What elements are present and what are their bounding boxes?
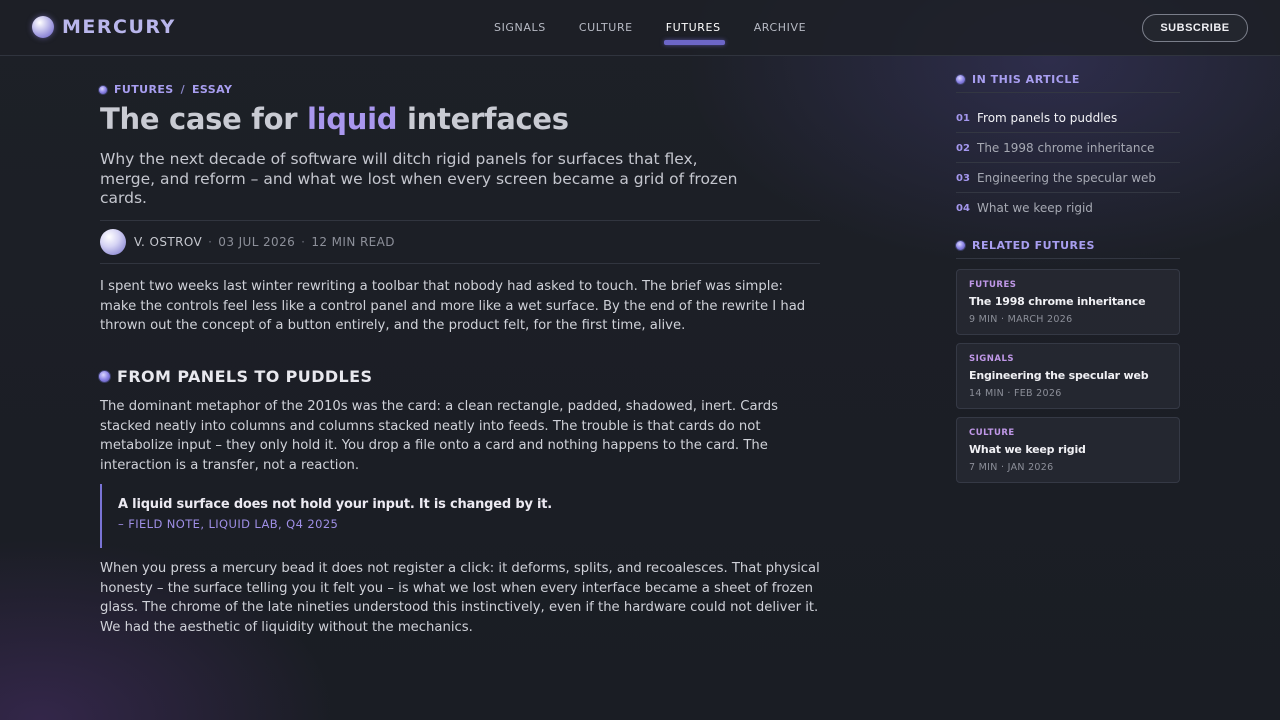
article-paragraph: When you press a mercury bead it does no… — [100, 561, 820, 635]
toc-label: Engineering the specular web — [977, 171, 1157, 185]
article-subtitle: Why the next decade of software will dit… — [100, 150, 738, 207]
card-title: Engineering the specular web — [969, 369, 1149, 382]
title-accent-word: liquid — [307, 102, 398, 136]
article-paragraph: The dominant metaphor of the 2010s was t… — [100, 399, 778, 473]
meta-separator: · — [208, 235, 213, 249]
card-category: SIGNALS — [969, 354, 1014, 364]
toc-heading: IN THIS ARTICLE — [955, 73, 1080, 86]
section-heading-text: FROM PANELS TO PUDDLES — [117, 367, 373, 386]
related-card[interactable]: CULTURE What we keep rigid 7 MIN · JAN 2… — [956, 417, 1180, 483]
main-nav: SIGNALS CULTURE FUTURES ARCHIVE — [494, 21, 839, 45]
breadcrumb-section[interactable]: FUTURES — [114, 83, 174, 96]
card-meta: 14 MIN · FEB 2026 — [969, 388, 1062, 399]
card-meta: 9 MIN · MARCH 2026 — [969, 314, 1073, 325]
nav-item-archive[interactable]: ARCHIVE — [754, 21, 807, 34]
bullet-orb-icon — [955, 74, 966, 85]
card-title: The 1998 chrome inheritance — [969, 295, 1146, 308]
breadcrumb-type[interactable]: ESSAY — [192, 83, 232, 96]
breadcrumb-separator: / — [180, 83, 186, 96]
related-heading-text: RELATED FUTURES — [972, 239, 1095, 252]
toc-number: 01 — [956, 112, 970, 124]
toc-label: What we keep rigid — [977, 201, 1093, 215]
pull-quote: A liquid surface does not hold your inpu… — [100, 484, 700, 548]
nav-item-label: FUTURES — [665, 21, 721, 34]
related-card[interactable]: SIGNALS Engineering the specular web 14 … — [956, 343, 1180, 409]
card-category: CULTURE — [969, 428, 1015, 438]
nav-item-signals[interactable]: SIGNALS — [494, 21, 546, 34]
divider — [100, 220, 820, 221]
related-heading: RELATED FUTURES — [955, 239, 1095, 252]
subscribe-button[interactable]: SUBSCRIBE — [1142, 14, 1248, 42]
toc-item[interactable]: 03 Engineering the specular web — [956, 163, 1180, 193]
divider — [956, 258, 1180, 259]
card-title: What we keep rigid — [969, 443, 1086, 456]
quote-text: A liquid surface does not hold your inpu… — [118, 497, 553, 512]
top-bar: MERCURY SIGNALS CULTURE FUTURES ARCHIVE … — [0, 0, 1280, 56]
author-avatar[interactable] — [100, 229, 126, 255]
title-part: The case for — [100, 102, 308, 136]
article-title: The case for liquid interfaces — [100, 102, 569, 136]
brand-name: MERCURY — [62, 16, 176, 38]
card-category: FUTURES — [969, 280, 1017, 290]
article-meta: V. OSTROV · 03 JUL 2026 · 12 MIN READ — [100, 229, 395, 255]
nav-item-futures[interactable]: FUTURES — [663, 21, 725, 45]
mercury-orb-icon — [32, 16, 54, 38]
toc-item[interactable]: 01 From panels to puddles — [956, 103, 1180, 133]
publish-date: 03 JUL 2026 — [218, 235, 296, 249]
card-meta: 7 MIN · JAN 2026 — [969, 462, 1054, 473]
toc-item[interactable]: 02 The 1998 chrome inheritance — [956, 133, 1180, 163]
bullet-orb-icon — [955, 240, 966, 251]
brand-logo[interactable]: MERCURY — [32, 16, 176, 38]
bullet-orb-icon — [98, 370, 111, 383]
title-part: interfaces — [397, 102, 569, 136]
toc-item[interactable]: 04 What we keep rigid — [956, 193, 1180, 223]
author-name[interactable]: V. OSTROV — [134, 235, 202, 249]
bullet-orb-icon — [98, 84, 108, 95]
related-card[interactable]: FUTURES The 1998 chrome inheritance 9 MI… — [956, 269, 1180, 335]
quote-citation: – FIELD NOTE, LIQUID LAB, Q4 2025 — [118, 517, 339, 531]
toc-number: 04 — [956, 202, 970, 214]
toc-number: 02 — [956, 142, 970, 154]
toc-number: 03 — [956, 172, 970, 184]
breadcrumb: FUTURES / ESSAY — [98, 83, 232, 96]
meta-separator: · — [301, 235, 306, 249]
read-time: 12 MIN READ — [311, 235, 395, 249]
divider — [956, 92, 1180, 93]
toc-heading-text: IN THIS ARTICLE — [972, 73, 1080, 86]
toc-label: The 1998 chrome inheritance — [977, 141, 1155, 155]
toc-label: From panels to puddles — [977, 111, 1118, 125]
nav-item-culture[interactable]: CULTURE — [579, 21, 633, 34]
article-paragraph: I spent two weeks last winter rewriting … — [100, 279, 806, 333]
section-heading: FROM PANELS TO PUDDLES — [98, 367, 372, 386]
active-nav-indicator — [663, 40, 725, 45]
divider — [100, 263, 820, 264]
